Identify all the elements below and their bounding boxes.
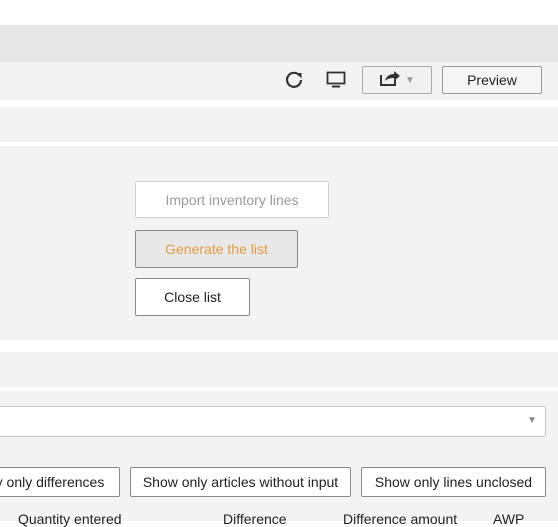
refresh-icon[interactable]	[283, 68, 305, 92]
chevron-down-icon: ▼	[527, 415, 537, 426]
import-inventory-lines-button[interactable]: Import inventory lines	[135, 181, 329, 218]
column-header-difference-amount[interactable]: Difference amount	[343, 511, 457, 527]
share-icon	[379, 69, 401, 92]
preview-button[interactable]: Preview	[442, 66, 542, 94]
generate-list-button[interactable]: Generate the list	[135, 230, 298, 268]
top-band	[0, 25, 558, 62]
column-header-awp[interactable]: AWP	[493, 511, 524, 527]
show-only-differences-button[interactable]: y only differences	[0, 467, 120, 497]
column-header-quantity-entered[interactable]: Quantity entered	[18, 511, 122, 527]
column-header-difference[interactable]: Difference	[223, 511, 287, 527]
section-band-2	[0, 352, 558, 387]
chevron-down-icon: ▼	[405, 74, 415, 86]
show-articles-without-input-button[interactable]: Show only articles without input	[130, 467, 351, 497]
close-list-button[interactable]: Close list	[135, 278, 250, 316]
show-lines-unclosed-button[interactable]: Show only lines unclosed	[361, 467, 546, 497]
section-band	[0, 107, 558, 142]
monitor-icon[interactable]	[325, 69, 347, 91]
filter-select[interactable]: ▼	[0, 406, 546, 437]
share-dropdown-button[interactable]: ▼	[362, 66, 432, 94]
